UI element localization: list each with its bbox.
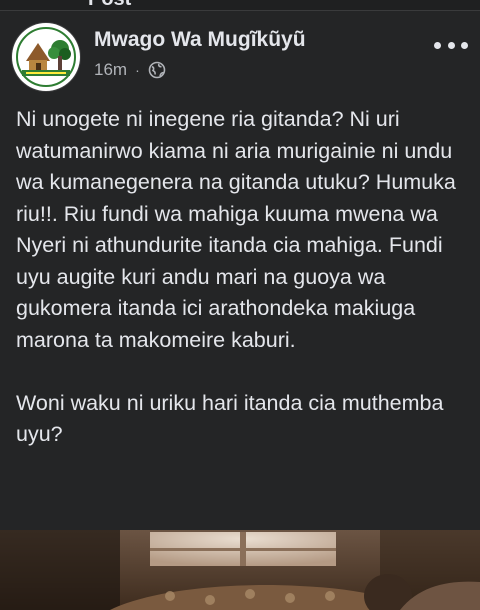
post-photo[interactable] [0,530,480,610]
more-options-button[interactable] [434,33,468,57]
post-text: Ni unogete ni inegene ria gitanda? Ni ur… [16,104,470,451]
post-time[interactable]: 16m [94,60,127,80]
globe-icon[interactable] [148,61,166,79]
page-title: Post [88,0,131,10]
bed-photo-image [0,530,480,610]
page-logo-icon [13,24,79,90]
post-paragraph: Ni unogete ni inegene ria gitanda? Ni ur… [16,107,456,352]
post-paragraph: Woni waku ni uriku hari itanda cia muthe… [16,390,444,447]
more-options-icon-dot [447,41,455,49]
post-meta: 16m · [94,59,166,81]
more-options-icon-dot [461,41,468,49]
meta-separator: · [135,62,140,78]
page-avatar[interactable] [12,23,80,91]
post-header: Mwago Wa Mugĩkũyũ 16m · [0,11,480,95]
author-name[interactable]: Mwago Wa Mugĩkũyũ [94,28,306,52]
top-bar: Post [0,0,480,11]
more-options-icon-dot [434,41,441,49]
